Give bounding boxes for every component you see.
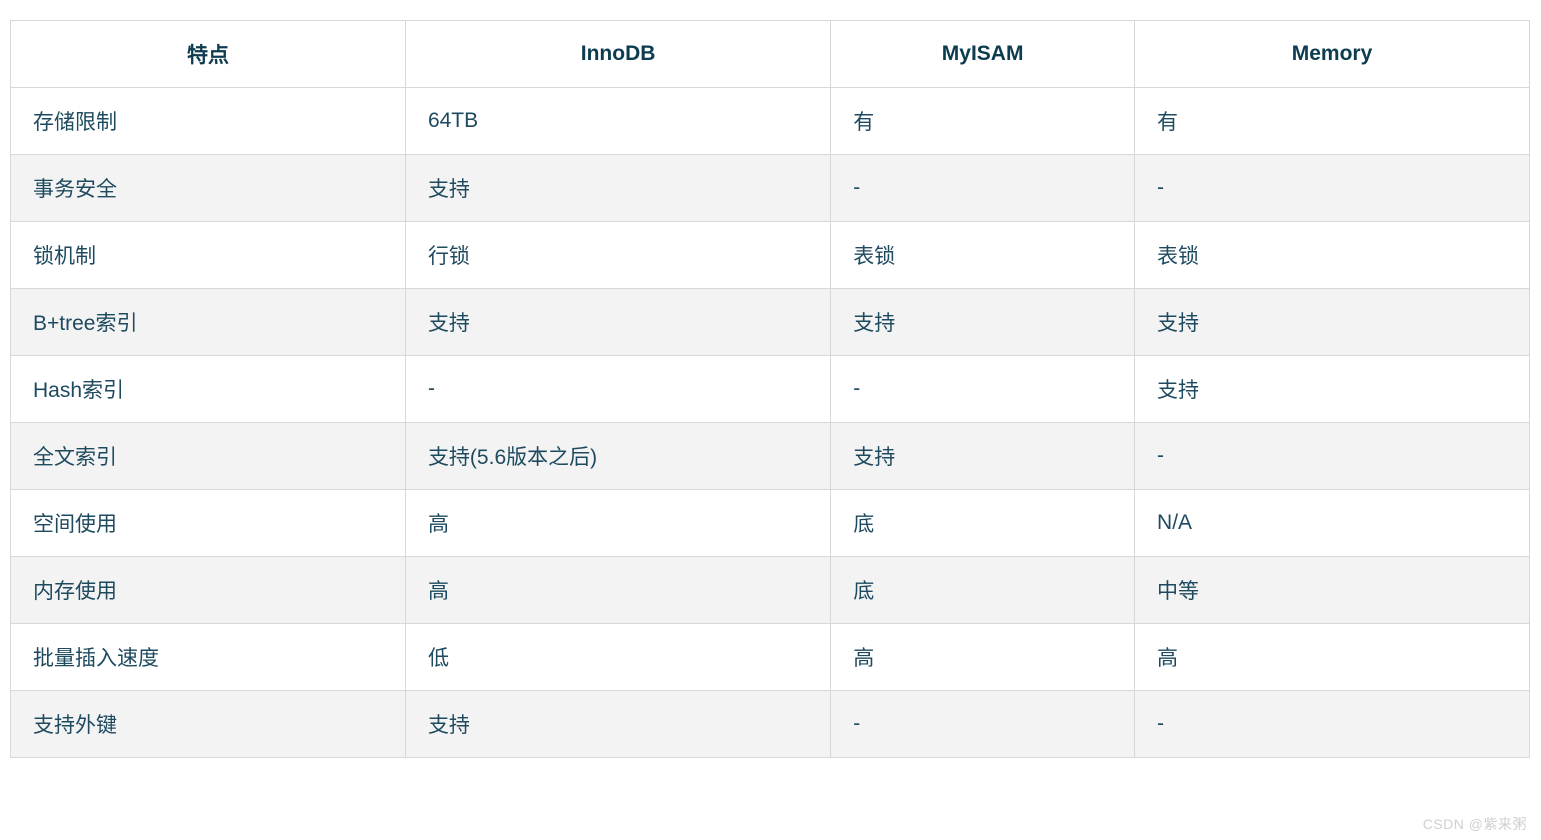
table-header-innodb: InnoDB (405, 21, 830, 88)
cell-memory: 有 (1135, 88, 1530, 155)
cell-memory: 高 (1135, 624, 1530, 691)
cell-feature: 存储限制 (11, 88, 406, 155)
cell-myisam: 底 (831, 490, 1135, 557)
cell-myisam: 支持 (831, 289, 1135, 356)
cell-memory: - (1135, 691, 1530, 758)
cell-myisam: - (831, 155, 1135, 222)
cell-memory: 支持 (1135, 356, 1530, 423)
cell-innodb: 支持 (405, 155, 830, 222)
cell-memory: - (1135, 155, 1530, 222)
cell-myisam: 有 (831, 88, 1135, 155)
table-row: 锁机制 行锁 表锁 表锁 (11, 222, 1530, 289)
table-row: 内存使用 高 底 中等 (11, 557, 1530, 624)
table-row: Hash索引 - - 支持 (11, 356, 1530, 423)
cell-feature: 事务安全 (11, 155, 406, 222)
table-row: 存储限制 64TB 有 有 (11, 88, 1530, 155)
cell-innodb: 低 (405, 624, 830, 691)
table-header-myisam: MyISAM (831, 21, 1135, 88)
table-row: B+tree索引 支持 支持 支持 (11, 289, 1530, 356)
storage-engine-comparison-table: 特点 InnoDB MyISAM Memory 存储限制 64TB 有 有 事务… (10, 20, 1530, 758)
table-row: 批量插入速度 低 高 高 (11, 624, 1530, 691)
cell-feature: B+tree索引 (11, 289, 406, 356)
table-row: 事务安全 支持 - - (11, 155, 1530, 222)
table-row: 支持外键 支持 - - (11, 691, 1530, 758)
table-row: 全文索引 支持(5.6版本之后) 支持 - (11, 423, 1530, 490)
cell-feature: 空间使用 (11, 490, 406, 557)
cell-innodb: - (405, 356, 830, 423)
table-header-memory: Memory (1135, 21, 1530, 88)
cell-memory: 支持 (1135, 289, 1530, 356)
cell-memory: 中等 (1135, 557, 1530, 624)
cell-myisam: - (831, 356, 1135, 423)
cell-innodb: 行锁 (405, 222, 830, 289)
table-header-row: 特点 InnoDB MyISAM Memory (11, 21, 1530, 88)
cell-innodb: 高 (405, 557, 830, 624)
cell-innodb: 支持(5.6版本之后) (405, 423, 830, 490)
cell-feature: 内存使用 (11, 557, 406, 624)
cell-feature: 全文索引 (11, 423, 406, 490)
cell-myisam: 底 (831, 557, 1135, 624)
table-row: 空间使用 高 底 N/A (11, 490, 1530, 557)
cell-innodb: 高 (405, 490, 830, 557)
cell-memory: - (1135, 423, 1530, 490)
cell-feature: 支持外键 (11, 691, 406, 758)
cell-feature: 批量插入速度 (11, 624, 406, 691)
cell-myisam: 高 (831, 624, 1135, 691)
cell-innodb: 64TB (405, 88, 830, 155)
cell-myisam: 表锁 (831, 222, 1135, 289)
cell-myisam: 支持 (831, 423, 1135, 490)
cell-innodb: 支持 (405, 289, 830, 356)
watermark-text: CSDN @紫来粥 (1423, 814, 1527, 834)
cell-memory: 表锁 (1135, 222, 1530, 289)
cell-feature: 锁机制 (11, 222, 406, 289)
table-header-feature: 特点 (11, 21, 406, 88)
cell-memory: N/A (1135, 490, 1530, 557)
cell-innodb: 支持 (405, 691, 830, 758)
cell-myisam: - (831, 691, 1135, 758)
cell-feature: Hash索引 (11, 356, 406, 423)
